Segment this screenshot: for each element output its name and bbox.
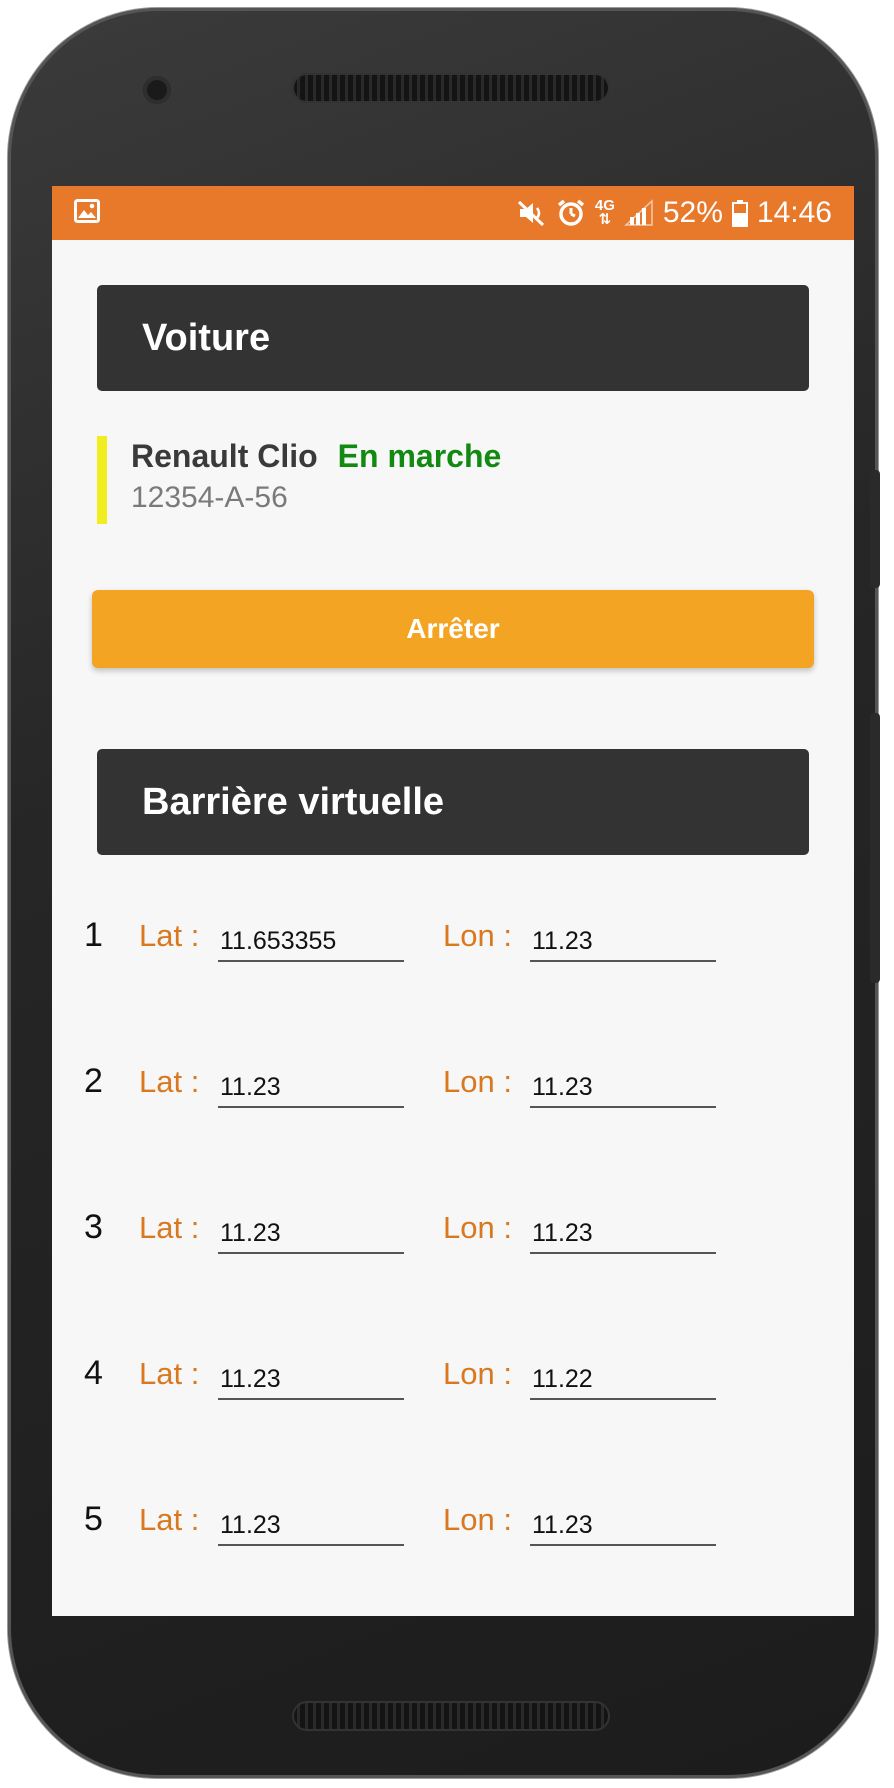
point-number: 5 bbox=[84, 1500, 103, 1538]
phone-frame: 4G ⇅ 52% 14:46 Voiture Renault Clio En m… bbox=[8, 8, 880, 1778]
vehicle-section-header: Voiture bbox=[97, 285, 809, 391]
point-number: 3 bbox=[84, 1208, 103, 1246]
front-camera bbox=[143, 76, 171, 104]
stop-button[interactable]: Arrêter bbox=[92, 590, 814, 668]
vehicle-title-line: Renault Clio En marche bbox=[131, 434, 501, 478]
lon-label: Lon : bbox=[443, 1210, 512, 1245]
fence-point-row: 4 Lat : Lon : bbox=[52, 1354, 854, 1414]
lat-input[interactable] bbox=[218, 1214, 404, 1254]
lat-label: Lat : bbox=[139, 1502, 200, 1537]
lon-input[interactable] bbox=[530, 1360, 716, 1400]
battery-percent: 52% bbox=[662, 196, 723, 229]
status-bar: 4G ⇅ 52% 14:46 bbox=[52, 186, 854, 240]
lat-input[interactable] bbox=[218, 1360, 404, 1400]
fence-point-row: 5 Lat : Lon : bbox=[52, 1500, 854, 1560]
lat-label: Lat : bbox=[139, 1356, 200, 1391]
lat-input[interactable] bbox=[218, 1506, 404, 1546]
point-number: 4 bbox=[84, 1354, 103, 1392]
point-number: 2 bbox=[84, 1062, 103, 1100]
lon-input[interactable] bbox=[530, 1214, 716, 1254]
vehicle-section-title: Voiture bbox=[142, 316, 271, 359]
vehicle-status: En marche bbox=[337, 438, 502, 474]
lon-label: Lon : bbox=[443, 1356, 512, 1391]
fence-section-header: Barrière virtuelle bbox=[97, 749, 809, 855]
lat-label: Lat : bbox=[139, 918, 200, 953]
vehicle-name: Renault Clio bbox=[131, 438, 318, 474]
lat-label: Lat : bbox=[139, 1064, 200, 1099]
fence-point-row: 1 Lat : Lon : bbox=[52, 916, 854, 976]
vehicle-plate: 12354-A-56 bbox=[131, 481, 288, 514]
lon-label: Lon : bbox=[443, 1502, 512, 1537]
mute-icon bbox=[517, 200, 544, 227]
fence-point-row: 2 Lat : Lon : bbox=[52, 1062, 854, 1122]
lat-input[interactable] bbox=[218, 1068, 404, 1108]
app-screen: 4G ⇅ 52% 14:46 Voiture Renault Clio En m… bbox=[52, 186, 854, 1616]
clock: 14:46 bbox=[756, 196, 832, 229]
gallery-icon bbox=[74, 199, 100, 223]
network-label: 4G bbox=[594, 197, 615, 214]
vehicle-card[interactable]: Renault Clio En marche 12354-A-56 bbox=[97, 436, 501, 524]
lat-label: Lat : bbox=[139, 1210, 200, 1245]
lon-input[interactable] bbox=[530, 1068, 716, 1108]
signal-icon bbox=[623, 199, 653, 226]
lon-label: Lon : bbox=[443, 1064, 512, 1099]
battery-icon bbox=[731, 200, 748, 227]
network-4g-icon: 4G ⇅ bbox=[594, 197, 615, 228]
fence-point-row: 3 Lat : Lon : bbox=[52, 1208, 854, 1268]
lon-input[interactable] bbox=[530, 922, 716, 962]
power-button bbox=[870, 470, 880, 588]
lat-input[interactable] bbox=[218, 922, 404, 962]
lon-label: Lon : bbox=[443, 918, 512, 953]
lon-input[interactable] bbox=[530, 1506, 716, 1546]
alarm-icon bbox=[557, 199, 584, 226]
point-number: 1 bbox=[84, 916, 103, 954]
volume-button bbox=[870, 713, 880, 983]
fence-section-title: Barrière virtuelle bbox=[142, 780, 445, 823]
status-icons: 4G ⇅ 52% 14:46 bbox=[517, 186, 832, 240]
top-speaker bbox=[292, 73, 610, 103]
bottom-speaker bbox=[292, 1701, 610, 1731]
